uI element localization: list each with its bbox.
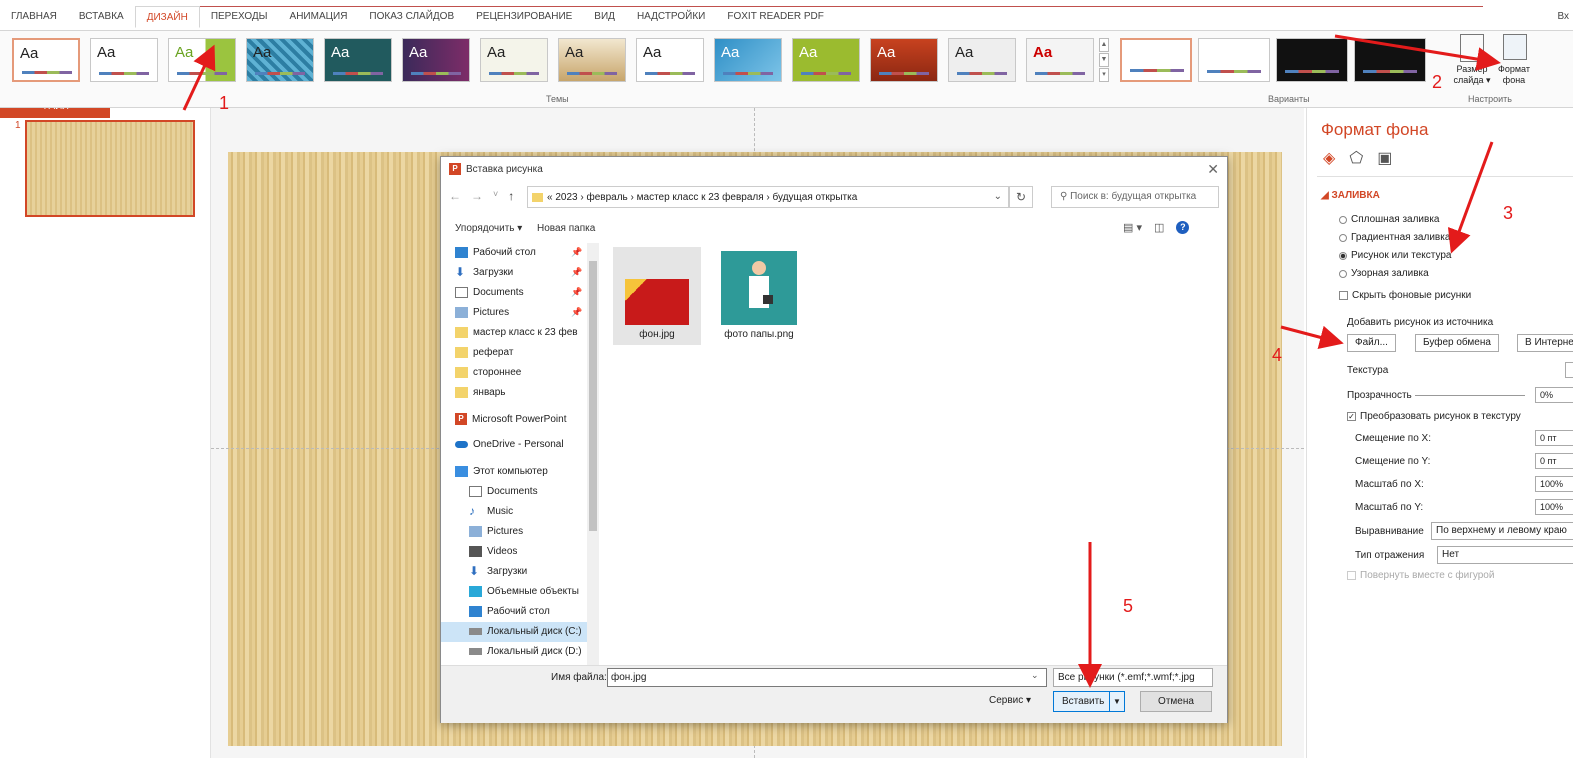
annotation-arrows [182, 34, 1501, 688]
arrow-1 [182, 44, 216, 111]
annotation-label: 1 [219, 93, 230, 113]
arrow-4 [1280, 325, 1344, 350]
annotation-label: 3 [1503, 203, 1514, 223]
arrow-2 [1334, 34, 1501, 71]
annotation-label: 5 [1123, 596, 1134, 616]
arrow-3 [1447, 141, 1494, 254]
annotation-label: 4 [1272, 345, 1283, 365]
annotation-label: 2 [1432, 72, 1443, 92]
